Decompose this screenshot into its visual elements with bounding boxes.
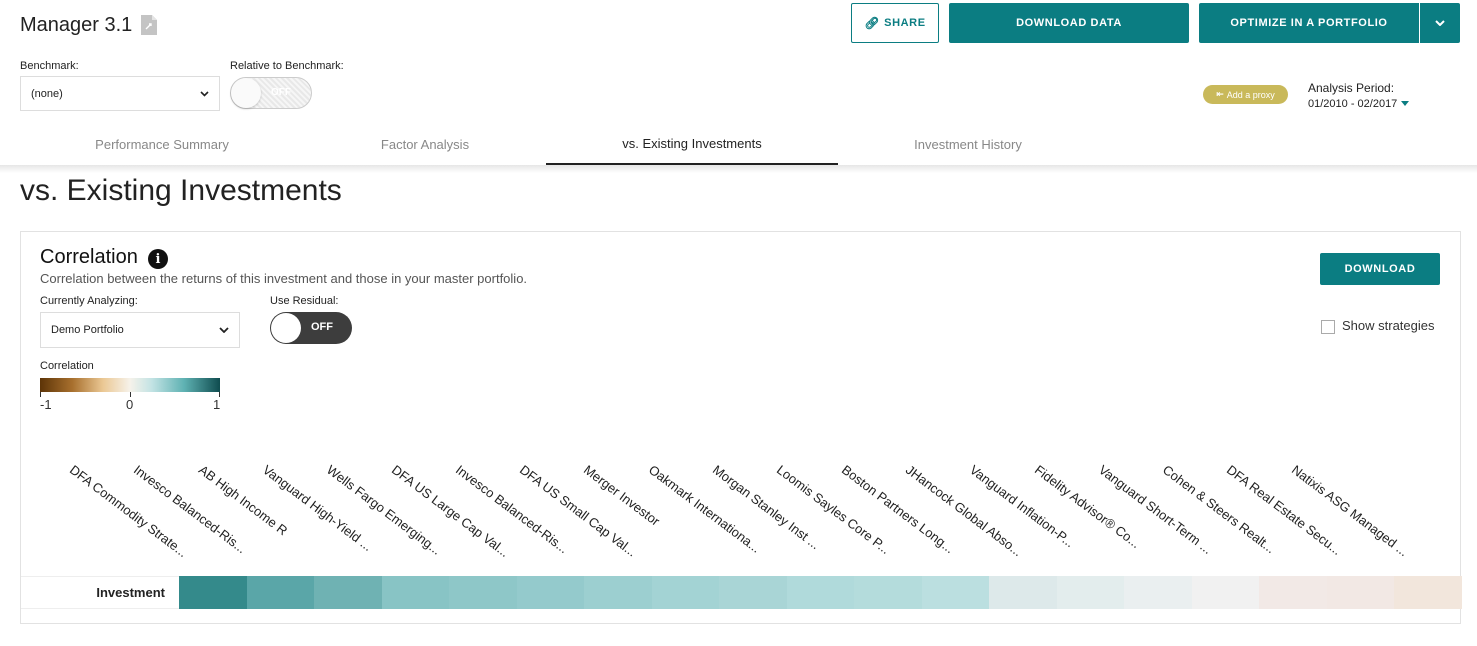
header-divider [0, 165, 1477, 173]
column-label: Boston Partners Long... [838, 462, 957, 557]
heatmap-cell[interactable] [854, 576, 923, 609]
toggle-knob [271, 313, 301, 343]
column-label: Vanguard High-Yield ... [259, 462, 376, 555]
add-proxy-button[interactable]: ⇤ Add a proxy [1203, 85, 1288, 104]
header: Manager 3.1 🔗︎ SHARE DOWNLOAD DATA OPTIM… [0, 0, 1477, 165]
link-icon: 🔗︎ [864, 16, 881, 30]
heatmap-cell[interactable] [584, 576, 653, 609]
relative-benchmark-label: Relative to Benchmark: [230, 60, 344, 72]
tab-vs-existing-investments[interactable]: vs. Existing Investments [546, 124, 838, 165]
heatmap-cell[interactable] [246, 576, 315, 609]
tab-performance-summary[interactable]: Performance Summary [16, 124, 308, 165]
currently-analyzing-label: Currently Analyzing: [40, 295, 138, 307]
column-label: Fidelity Advisor® Co... [1031, 462, 1143, 552]
heatmap-cell[interactable] [651, 576, 720, 609]
column-label: DFA Commodity Strate... [66, 462, 191, 561]
document-icon[interactable] [140, 14, 158, 36]
portfolio-value: Demo Portfolio [51, 324, 124, 336]
legend-title: Correlation [40, 360, 94, 372]
tab-factor-analysis[interactable]: Factor Analysis [279, 124, 571, 165]
use-residual-toggle[interactable]: OFF [270, 312, 352, 344]
heatmap-cell[interactable] [314, 576, 383, 609]
section-heading: vs. Existing Investments [20, 174, 342, 207]
card-subtitle: Correlation between the returns of this … [40, 271, 528, 286]
proxy-icon: ⇤ [1216, 89, 1224, 99]
column-label: Loomis Sayles Core P... [774, 462, 894, 557]
heatmap-cell[interactable] [1394, 576, 1463, 609]
optimize-menu-button[interactable] [1420, 3, 1460, 43]
toggle-state: OFF [311, 321, 333, 333]
heatmap-cell[interactable] [989, 576, 1058, 609]
heatmap-cell[interactable] [1056, 576, 1125, 609]
heatmap-cell[interactable] [1191, 576, 1260, 609]
download-button[interactable]: DOWNLOAD [1320, 253, 1440, 285]
legend-min-label: -1 [40, 397, 52, 412]
show-strategies-label: Show strategies [1342, 318, 1435, 333]
card-title: Correlation [40, 246, 138, 268]
column-label: DFA US Small Cap Val... [517, 462, 640, 560]
column-label: Vanguard Inflation-P... [967, 462, 1078, 551]
show-strategies-checkbox[interactable] [1321, 320, 1335, 334]
share-button[interactable]: 🔗︎ SHARE [851, 3, 939, 43]
analysis-period-select[interactable]: 01/2010 - 02/2017 [1308, 98, 1410, 110]
column-label: Oakmark Internationa... [645, 462, 764, 556]
correlation-legend-bar [40, 378, 220, 392]
correlation-card: Correlation i Correlation between the re… [20, 231, 1463, 624]
heatmap-cell[interactable] [381, 576, 450, 609]
column-label: Wells Fargo Emerging... [324, 462, 445, 558]
heatmap-cell[interactable] [1124, 576, 1193, 609]
column-label: Cohen & Steers Realt... [1160, 462, 1279, 557]
heatmap-cell[interactable] [719, 576, 788, 609]
legend-max-label: 1 [213, 397, 221, 412]
proxy-label: Add a proxy [1226, 89, 1275, 100]
column-label: JHancock Global Abso... [902, 462, 1026, 560]
column-label: Morgan Stanley Inst ... [709, 462, 823, 553]
column-label: DFA US Large Cap Val... [388, 462, 512, 560]
heatmap-cell[interactable] [1259, 576, 1328, 609]
heatmap-row-label: Investment [21, 576, 179, 609]
use-residual-label: Use Residual: [270, 295, 339, 307]
heatmap-cell[interactable] [516, 576, 585, 609]
download-data-button[interactable]: DOWNLOAD DATA [949, 3, 1189, 43]
toggle-state: OFF [271, 87, 291, 98]
portfolio-select[interactable]: Demo Portfolio [40, 312, 240, 348]
tab-investment-history[interactable]: Investment History [822, 124, 1114, 165]
column-label: Natixis ASG Managed ... [1288, 462, 1411, 560]
relative-benchmark-toggle[interactable]: OFF [230, 77, 312, 109]
heatmap-cell[interactable] [179, 576, 248, 609]
legend-mid-label: 0 [126, 397, 134, 412]
caret-down-icon [1401, 101, 1410, 106]
page-title: Manager 3.1 [20, 14, 133, 36]
chevron-down-icon [200, 90, 209, 97]
column-label: DFA Real Estate Secu... [1224, 462, 1345, 558]
benchmark-value: (none) [31, 87, 63, 100]
analysis-period-value: 01/2010 - 02/2017 [1308, 98, 1398, 110]
column-label: Invesco Balanced-Ris... [452, 462, 571, 557]
benchmark-label: Benchmark: [20, 60, 79, 72]
heatmap-cell[interactable] [449, 576, 518, 609]
column-label: Invesco Balanced-Ris... [131, 462, 250, 557]
chevron-down-icon [219, 327, 229, 333]
benchmark-select[interactable]: (none) [20, 76, 220, 111]
toggle-knob [231, 78, 261, 108]
analysis-period-label: Analysis Period: [1308, 81, 1395, 95]
info-icon[interactable]: i [148, 249, 168, 269]
share-label: SHARE [884, 17, 926, 29]
optimize-button[interactable]: OPTIMIZE IN A PORTFOLIO [1199, 3, 1419, 43]
heatmap-cell[interactable] [786, 576, 855, 609]
column-label: Vanguard Short-Term ... [1095, 462, 1215, 557]
chevron-down-icon [1435, 20, 1445, 26]
heatmap-cell[interactable] [921, 576, 990, 609]
tab-bar: Performance Summary Factor Analysis vs. … [0, 124, 1477, 165]
heatmap-cell[interactable] [1326, 576, 1395, 609]
